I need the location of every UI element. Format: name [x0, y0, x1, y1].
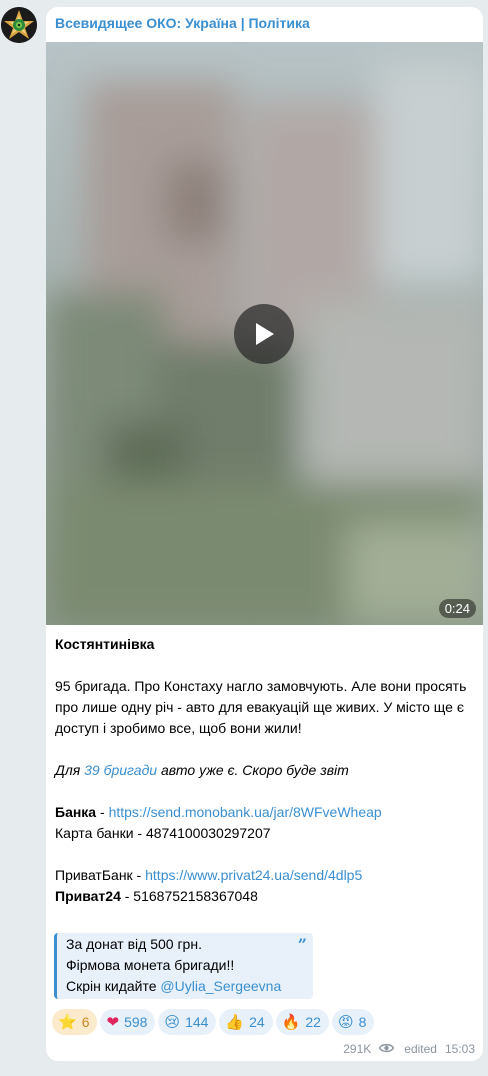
reactions-bar: ⭐ 6 ❤ 598 😢 144 👍 24 🔥 22 😡 8: [52, 1009, 377, 1035]
message-time: 15:03: [444, 1042, 475, 1056]
reaction-fire[interactable]: 🔥 22: [275, 1009, 329, 1035]
reaction-count: 6: [81, 1014, 90, 1030]
reaction-count: 8: [358, 1014, 367, 1030]
blockquote: За донат від 500 грн. Фірмова монета бри…: [54, 933, 313, 999]
bank-line: Банка - https://send.monobank.ua/jar/8WF…: [55, 802, 479, 823]
reaction-count: 24: [249, 1014, 265, 1030]
bank-label: Банка: [55, 804, 97, 820]
angry-face-icon: 😡: [337, 1013, 354, 1031]
card-line: Карта банки - 4874100030297207: [55, 825, 271, 841]
privatbank-line: ПриватБанк - https://www.privat24.ua/sen…: [55, 865, 479, 886]
post-paragraph: 95 бригада. Про Констаху нагло замовчуют…: [55, 678, 467, 736]
reaction-angry[interactable]: 😡 8: [331, 1009, 375, 1035]
bank-sep: -: [96, 804, 109, 820]
video-player[interactable]: 0:24: [46, 42, 483, 625]
privat24-label: Приват24: [55, 888, 121, 904]
edited-label: edited: [404, 1042, 437, 1056]
video-duration: 0:24: [438, 599, 476, 618]
play-button[interactable]: [234, 304, 294, 364]
star-icon: ⭐: [58, 1013, 77, 1031]
fire-icon: 🔥: [281, 1013, 301, 1031]
thumbs-up-icon: 👍: [225, 1013, 245, 1031]
view-count: 291K: [343, 1042, 372, 1056]
channel-avatar[interactable]: [1, 7, 37, 43]
author-mention-link[interactable]: @Uylia_Sergeevna: [160, 978, 281, 994]
quote-line-1: За донат від 500 грн.: [66, 936, 202, 952]
brigade-hashtag-link[interactable]: 39 бригади: [84, 762, 157, 778]
quote-mark-icon: ”: [297, 935, 307, 954]
post-paragraph-2: Для 39 бригади авто уже є. Скоро буде зв…: [55, 760, 479, 781]
quote-line-2: Фірмова монета бригади!!: [66, 957, 235, 973]
reaction-count: 598: [124, 1014, 148, 1030]
monobank-link[interactable]: https://send.monobank.ua/jar/8WFveWheap: [109, 804, 382, 820]
quote-line-3-prefix: Скрін кидайте: [66, 978, 161, 994]
privat24-line: Приват24 - 5168752158367048: [55, 886, 479, 907]
reaction-count: 144: [185, 1014, 209, 1030]
crying-face-icon: 😢: [164, 1013, 181, 1031]
reaction-count: 22: [305, 1014, 321, 1030]
privat24-value: - 5168752158367048: [120, 888, 258, 904]
reaction-star[interactable]: ⭐ 6: [52, 1009, 98, 1035]
post-title: Костянтинівка: [55, 636, 155, 652]
privat-prefix: ПриватБанк -: [55, 867, 146, 883]
para2-prefix: Для: [55, 762, 85, 778]
reaction-thumbs-up[interactable]: 👍 24: [219, 1009, 273, 1035]
channel-name[interactable]: Всевидящее ОКО: Україна | Політика: [55, 15, 310, 31]
para2-suffix: авто уже є. Скоро буде звіт: [157, 762, 349, 778]
eye-icon: [378, 1042, 395, 1056]
heart-icon: ❤: [106, 1013, 120, 1031]
play-icon: [256, 323, 274, 345]
privat24-link[interactable]: https://www.privat24.ua/send/4dlp5: [145, 867, 362, 883]
reaction-crying[interactable]: 😢 144: [158, 1009, 217, 1035]
eye-logo-icon: [1, 7, 37, 43]
quote-line-3: Скрін кидайте @Uylia_Sergeevna: [66, 976, 281, 997]
message-meta: 291K edited 15:03: [343, 1042, 475, 1056]
message-bubble: Всевидящее ОКО: Україна | Політика 0:24 …: [46, 7, 483, 1061]
reaction-heart[interactable]: ❤ 598: [100, 1009, 156, 1035]
